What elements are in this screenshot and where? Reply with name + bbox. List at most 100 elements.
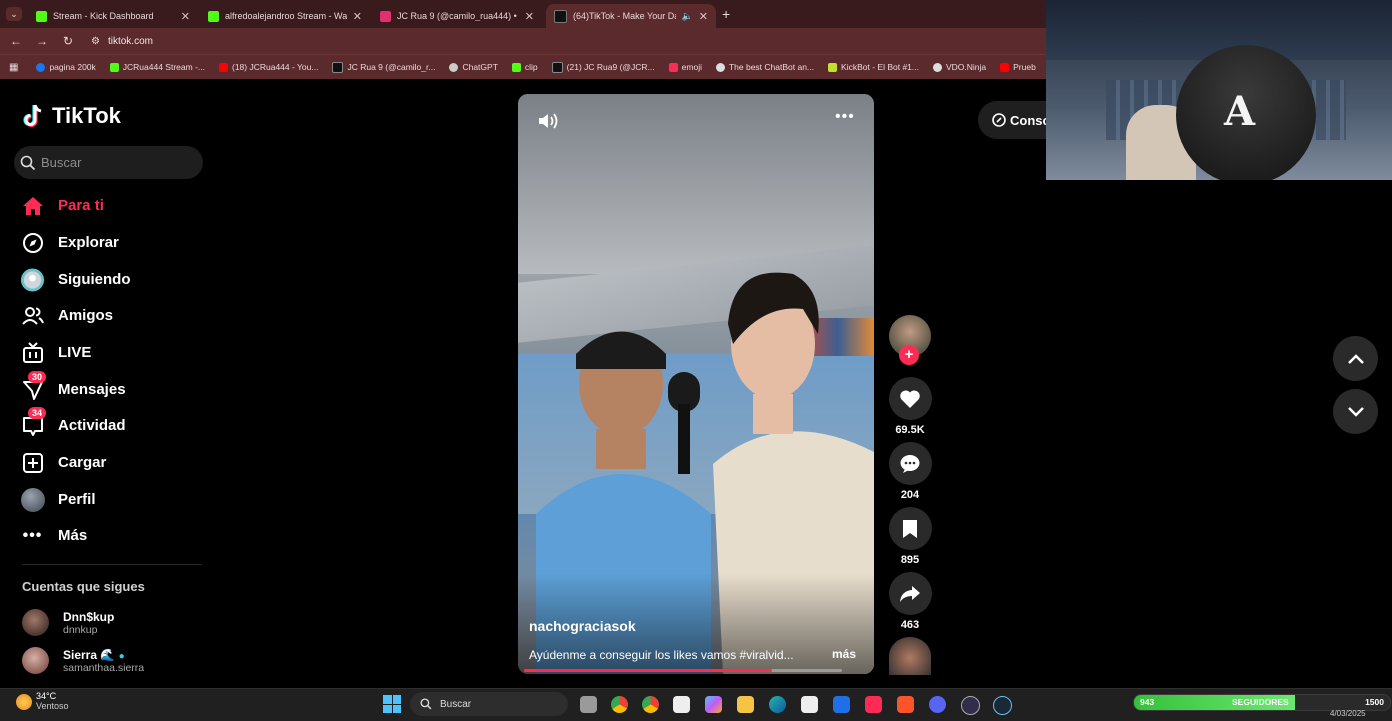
sidebar-divider: [22, 564, 202, 565]
video-caption: Ayúdenme a conseguir los likes vamos #vi…: [529, 648, 794, 662]
upload-icon: [20, 450, 45, 475]
save-action[interactable]: 895: [888, 507, 932, 566]
video-progress-bar[interactable]: [524, 669, 842, 672]
chatgpt-icon: [449, 62, 459, 72]
task-view-icon[interactable]: [580, 696, 597, 713]
kickbot-icon: [828, 62, 838, 72]
chrome-icon[interactable]: [611, 696, 628, 713]
bookmark-item[interactable]: JCRua444 Stream -...: [109, 62, 205, 72]
bookmark-item[interactable]: KickBot - El Bot #1...: [828, 62, 919, 72]
nav-live[interactable]: LIVE: [20, 340, 91, 365]
close-tab-icon[interactable]: ✕: [525, 10, 534, 23]
terminal-icon[interactable]: [673, 696, 690, 713]
nav-explorar[interactable]: Explorar: [20, 230, 119, 255]
comment-button[interactable]: [888, 442, 932, 485]
bookmark-item[interactable]: (21) JC Rua9 (@JCR...: [551, 61, 655, 73]
heart-icon: [900, 389, 920, 408]
close-tab-icon[interactable]: ✕: [699, 10, 708, 23]
caption-more-link[interactable]: más: [832, 647, 856, 661]
close-tab-icon[interactable]: ✕: [353, 10, 362, 23]
tab-alfredo-stream[interactable]: alfredoalejandroo Stream - Wat ✕: [200, 4, 370, 28]
weather-desc: Ventoso: [36, 700, 69, 711]
site-info-icon[interactable]: ⚙: [91, 36, 100, 47]
forward-icon[interactable]: →: [29, 34, 55, 48]
steam-icon[interactable]: [993, 696, 1012, 715]
followed-account[interactable]: Sierra 🌊 ● samanthaa.sierra: [22, 647, 144, 674]
like-button[interactable]: [888, 377, 932, 420]
compass-icon: [20, 230, 45, 255]
followers-label: SEGUIDORES: [1232, 697, 1289, 707]
like-action[interactable]: 69.5K: [888, 377, 932, 436]
bookmark-item[interactable]: pagina 200k: [36, 62, 96, 72]
bookmark-item[interactable]: JC Rua 9 (@camilo_r...: [332, 61, 435, 73]
app-icon[interactable]: [833, 696, 850, 713]
share-action[interactable]: 463: [888, 572, 932, 631]
obs-icon[interactable]: [961, 696, 980, 715]
sound-disc[interactable]: [889, 637, 931, 675]
nav-cargar[interactable]: Cargar: [20, 450, 106, 475]
close-tab-icon[interactable]: ✕: [181, 10, 190, 23]
messages-badge: 30: [28, 371, 47, 383]
clock-date: 4/03/2025: [1330, 709, 1366, 718]
back-icon[interactable]: ←: [3, 34, 29, 48]
nav-amigos[interactable]: Amigos: [20, 303, 113, 328]
video-player[interactable]: ••• nachograciasok Ayúdenme a conseguir …: [518, 94, 874, 674]
previous-video-button[interactable]: [1333, 336, 1378, 381]
bookmark-item[interactable]: clip: [511, 62, 538, 72]
bookmark-item[interactable]: The best ChatBot an...: [715, 62, 814, 72]
new-tab-button[interactable]: +: [722, 6, 730, 22]
search-input[interactable]: Buscar: [14, 146, 203, 179]
comment-action[interactable]: 204: [888, 442, 932, 501]
nav-para-ti[interactable]: Para ti: [20, 193, 104, 218]
nav-mas[interactable]: ••• Más: [20, 523, 88, 548]
friends-icon: [20, 303, 45, 328]
bookmark-item[interactable]: VDO.Ninja: [932, 62, 986, 72]
start-button[interactable]: [383, 695, 401, 713]
next-video-button[interactable]: [1333, 389, 1378, 434]
volume-icon[interactable]: [537, 112, 559, 130]
system-tray-clock[interactable]: 4/03/2025: [1330, 709, 1366, 718]
following-heading: Cuentas que sigues: [22, 579, 145, 594]
brave-icon[interactable]: [897, 696, 914, 713]
nav-siguiendo[interactable]: Siguiendo: [20, 267, 131, 292]
nav-perfil[interactable]: Perfil: [20, 487, 96, 512]
tab-instagram[interactable]: JC Rua 9 (@camilo_rua444) • Fo ✕: [372, 4, 542, 28]
taskbar-search[interactable]: Buscar: [410, 692, 568, 716]
discord-icon[interactable]: [929, 696, 946, 713]
tiktok-logo[interactable]: TikTok: [22, 103, 121, 129]
followed-account[interactable]: Dnn$kup dnnkup: [22, 609, 114, 636]
nav-actividad[interactable]: 34 Actividad: [20, 407, 126, 438]
bookmark-item[interactable]: ChatGPT: [449, 62, 498, 72]
mute-tab-icon[interactable]: 🔈: [682, 11, 693, 22]
store-icon[interactable]: [801, 696, 818, 713]
share-count: 463: [900, 619, 920, 631]
tiktok-taskbar-icon[interactable]: [865, 696, 882, 713]
chevron-down-icon: [1347, 406, 1364, 417]
video-options-icon[interactable]: •••: [835, 108, 855, 126]
video-author[interactable]: nachograciasok: [529, 618, 636, 634]
nav-mensajes[interactable]: 30 Mensajes: [20, 371, 126, 402]
avatar: [22, 647, 49, 674]
tab-kick-dashboard[interactable]: Stream - Kick Dashboard ✕: [28, 4, 198, 28]
bookmark-item[interactable]: (18) JCRua444 - You...: [218, 62, 318, 72]
apps-grid-icon[interactable]: ▦: [9, 62, 18, 73]
bookmark-icon: [903, 519, 917, 538]
weather-widget[interactable]: 34°C Ventoso: [16, 691, 69, 712]
kick-icon: [208, 10, 219, 22]
share-icon: [900, 585, 920, 602]
tab-list-button[interactable]: ⌄: [6, 7, 22, 21]
reload-icon[interactable]: ↻: [55, 34, 81, 48]
copilot-icon[interactable]: [705, 696, 722, 713]
bookmark-item[interactable]: emoji: [668, 62, 702, 72]
activity-badge: 34: [28, 407, 47, 419]
follow-plus-button[interactable]: +: [899, 345, 919, 365]
url-field[interactable]: tiktok.com: [108, 36, 153, 47]
messages-icon: 30: [20, 371, 47, 402]
file-explorer-icon[interactable]: [737, 696, 754, 713]
share-button[interactable]: [888, 572, 932, 615]
save-button[interactable]: [888, 507, 932, 550]
tab-tiktok[interactable]: (64)TikTok - Make Your Day 🔈 ✕: [546, 4, 716, 28]
edge-icon[interactable]: [769, 696, 786, 713]
bookmark-item[interactable]: Prueb: [1000, 62, 1036, 72]
chrome-alt-icon[interactable]: [642, 696, 659, 713]
